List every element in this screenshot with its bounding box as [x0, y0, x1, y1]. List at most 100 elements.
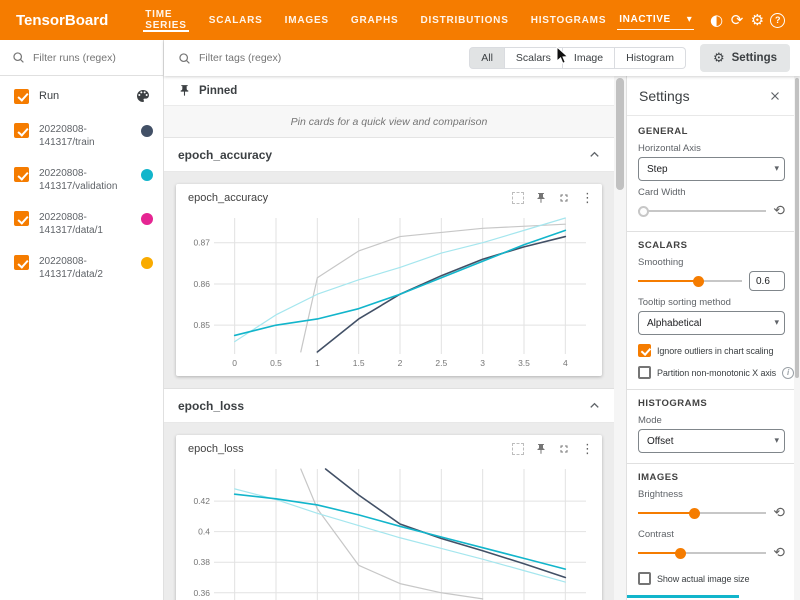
card-width-slider[interactable]: [638, 204, 766, 218]
svg-text:0.86: 0.86: [193, 279, 210, 289]
tab-label: SCALARS: [209, 15, 263, 26]
settings-panel-header: Settings: [627, 76, 794, 116]
checkbox-label: Ignore outliers in chart scaling: [657, 346, 773, 356]
data-status-select[interactable]: INACTIVE ▾: [617, 11, 694, 30]
tag-filter-input[interactable]: [199, 52, 329, 64]
run-row-data-1[interactable]: 20220808-141317/data/1: [0, 202, 163, 246]
svg-text:0.38: 0.38: [193, 557, 210, 567]
run-label: 20220808-141317/data/1: [39, 211, 131, 237]
run-filter-input[interactable]: [33, 52, 143, 64]
section-header[interactable]: epoch_loss: [164, 389, 614, 423]
line-chart-epoch-loss[interactable]: 00.511.522.533.540.360.380.40.42: [182, 463, 596, 600]
run-row-validation[interactable]: 20220808-141317/validation: [0, 158, 163, 202]
reset-icon[interactable]: ⟲: [773, 506, 785, 520]
run-color-dot[interactable]: [141, 257, 153, 269]
run-color-dot[interactable]: [141, 169, 153, 181]
refresh-icon[interactable]: ⟳: [727, 8, 747, 33]
chip-all[interactable]: All: [469, 47, 505, 69]
collapse-chevron-icon[interactable]: [587, 147, 602, 162]
palette-icon[interactable]: [135, 88, 151, 104]
histogram-mode-value: Offset: [647, 436, 674, 447]
run-checkbox[interactable]: [14, 255, 29, 270]
tab-time-series[interactable]: TIME SERIES: [134, 0, 197, 40]
main-nav: TIME SERIES SCALARS IMAGES GRAPHS DISTRI…: [134, 0, 617, 40]
svg-text:0.36: 0.36: [193, 588, 210, 598]
smoothing-input[interactable]: [749, 271, 785, 291]
data-selection-icon[interactable]: [512, 443, 524, 455]
tag-filter: [178, 52, 455, 65]
reset-icon[interactable]: ⟲: [773, 546, 785, 560]
run-color-dot[interactable]: [141, 213, 153, 225]
section-title: epoch_loss: [178, 399, 244, 413]
scalar-card-epoch-accuracy: epoch_accuracy ⋮ 00.511.522.533.540.850.…: [176, 184, 602, 376]
settings-panel: Settings GENERAL Horizontal Axis Step ▾ …: [626, 76, 794, 600]
scrollbar-thumb[interactable]: [795, 78, 799, 378]
run-row-train[interactable]: 20220808-141317/train: [0, 114, 163, 158]
more-options-icon[interactable]: ⋮: [581, 443, 594, 456]
svg-text:3: 3: [480, 358, 485, 368]
reset-icon[interactable]: ⟲: [773, 204, 785, 218]
svg-text:4: 4: [563, 358, 568, 368]
tab-distributions[interactable]: DISTRIBUTIONS: [410, 0, 520, 40]
run-row-data-2[interactable]: 20220808-141317/data/2: [0, 246, 163, 290]
chip-image[interactable]: Image: [563, 47, 615, 69]
checkbox-label: Partition non-monotonic X axis: [657, 368, 776, 378]
run-checkbox[interactable]: [14, 167, 29, 182]
horizontal-axis-select[interactable]: Step ▾: [638, 157, 785, 181]
brightness-slider[interactable]: [638, 506, 766, 520]
gear-icon[interactable]: ⚙: [747, 8, 767, 33]
checkbox[interactable]: [638, 572, 651, 585]
checkbox[interactable]: [638, 344, 651, 357]
svg-text:1: 1: [315, 358, 320, 368]
pin-icon[interactable]: [535, 443, 547, 455]
svg-text:3.5: 3.5: [518, 358, 530, 368]
section-header[interactable]: epoch_accuracy: [164, 138, 614, 172]
help-icon[interactable]: ?: [768, 8, 788, 33]
fullscreen-icon[interactable]: [558, 443, 570, 455]
tooltip-sort-value: Alphabetical: [647, 318, 701, 329]
select-all-runs-checkbox[interactable]: [14, 89, 29, 104]
main-scrollbar[interactable]: [614, 76, 626, 600]
scalar-card-epoch-loss: epoch_loss ⋮ 00.511.522.533.540.360.380.…: [176, 435, 602, 600]
ignore-outliers-checkbox[interactable]: Ignore outliers in chart scaling: [638, 344, 785, 357]
fullscreen-icon[interactable]: [558, 192, 570, 204]
svg-text:0.85: 0.85: [193, 320, 210, 330]
chip-histogram[interactable]: Histogram: [615, 47, 686, 69]
horizontal-axis-label: Horizontal Axis: [638, 143, 785, 154]
scrollbar-thumb[interactable]: [616, 78, 624, 190]
data-selection-icon[interactable]: [512, 192, 524, 204]
pin-icon: [178, 84, 191, 97]
theme-toggle-icon[interactable]: ◐: [706, 8, 726, 33]
chip-scalars[interactable]: Scalars: [505, 47, 563, 69]
pin-icon[interactable]: [535, 192, 547, 204]
run-checkbox[interactable]: [14, 123, 29, 138]
info-icon[interactable]: i: [782, 367, 794, 379]
show-actual-size-checkbox[interactable]: Show actual image size: [638, 572, 785, 585]
histogram-mode-select[interactable]: Offset ▾: [638, 429, 785, 453]
app-logo: TensorBoard: [16, 12, 108, 29]
checkbox-label: Show actual image size: [657, 574, 749, 584]
tab-histograms[interactable]: HISTOGRAMS: [520, 0, 618, 40]
card-header: epoch_accuracy ⋮: [182, 184, 596, 212]
more-options-icon[interactable]: ⋮: [581, 192, 594, 205]
settings-scrollbar[interactable]: [794, 76, 800, 600]
collapse-chevron-icon[interactable]: [587, 398, 602, 413]
section-epoch-loss: epoch_loss epoch_loss ⋮: [164, 389, 614, 600]
smoothing-slider[interactable]: [638, 274, 742, 288]
tooltip-sort-select[interactable]: Alphabetical ▾: [638, 311, 785, 335]
tab-graphs[interactable]: GRAPHS: [340, 0, 410, 40]
run-checkbox[interactable]: [14, 211, 29, 226]
tab-scalars[interactable]: SCALARS: [198, 0, 274, 40]
partition-x-checkbox[interactable]: Partition non-monotonic X axis i: [638, 366, 785, 379]
tab-images[interactable]: IMAGES: [274, 0, 340, 40]
settings-button[interactable]: ⚙ Settings: [700, 44, 790, 72]
contrast-slider[interactable]: [638, 546, 766, 560]
run-color-dot[interactable]: [141, 125, 153, 137]
line-chart-epoch-accuracy[interactable]: 00.511.522.533.540.850.860.87: [182, 212, 596, 370]
card-title: epoch_loss: [188, 443, 244, 455]
contrast-label: Contrast: [638, 529, 785, 540]
pinned-title: Pinned: [199, 85, 237, 97]
checkbox[interactable]: [638, 366, 651, 379]
search-icon: [178, 52, 191, 65]
close-icon[interactable]: [768, 89, 782, 103]
